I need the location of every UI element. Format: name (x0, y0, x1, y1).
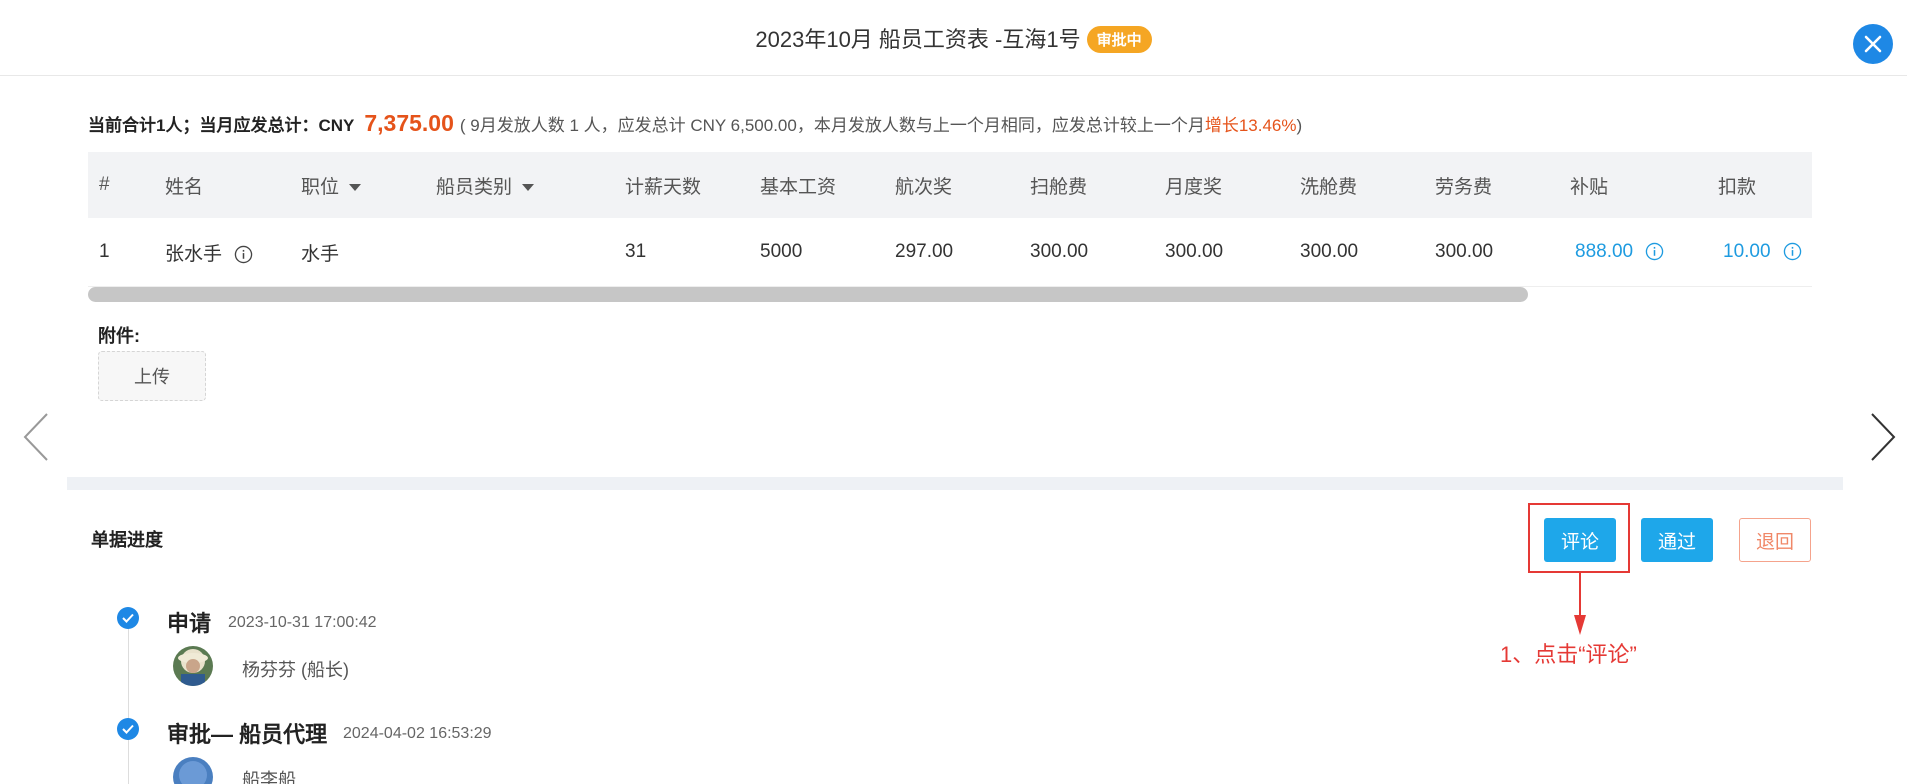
crew-name: 张水手 (165, 243, 223, 265)
info-icon[interactable] (1645, 242, 1664, 261)
arrow-down-icon (1574, 573, 1586, 635)
attachments-label: 附件: (98, 326, 140, 346)
header-deduction: 扣款 (1718, 176, 1757, 198)
header-monthly-bonus: 月度奖 (1165, 176, 1223, 198)
timeline-line (128, 622, 129, 784)
annotation-text: 1、点击“评论” (1500, 642, 1637, 667)
chevron-left-icon[interactable] (22, 412, 50, 462)
check-icon (117, 607, 139, 629)
approve-button[interactable]: 通过 (1641, 518, 1713, 562)
header-allowance: 补贴 (1570, 176, 1609, 198)
cell-service-fee: 300.00 (1435, 241, 1494, 262)
header-voyage-bonus: 航次奖 (895, 176, 953, 198)
header-name: 姓名 (165, 176, 204, 198)
info-icon[interactable] (234, 245, 253, 264)
cell-position: 水手 (301, 243, 340, 265)
return-button[interactable]: 退回 (1739, 518, 1811, 562)
annotation-highlight-box (1528, 503, 1630, 573)
step-time: 2023-10-31 17:00:42 (228, 614, 377, 631)
cell-deduction[interactable]: 10.00 (1723, 241, 1802, 263)
table-header: # 姓名 职位 船员类别 计薪天数 基本工资 航次奖 扫舱费 月度奖 洗舱费 劳… (88, 152, 1812, 218)
summary-growth: 增长13.46% (1204, 116, 1297, 135)
section-divider (67, 477, 1843, 490)
step-title: 申请 (167, 611, 212, 636)
close-icon (1864, 35, 1882, 53)
close-button[interactable] (1853, 24, 1893, 64)
payroll-approval-page: 2023年10月 船员工资表 -互海1号 审批中 当前合计1人；当月应发总计：CN… (0, 0, 1907, 784)
step-title: 审批— 船员代理 (167, 722, 328, 747)
summary-total: 7,375.00 (364, 110, 454, 136)
cell-base-salary: 5000 (760, 241, 803, 262)
cell-monthly-bonus: 300.00 (1165, 241, 1224, 262)
step-person: 杨芬芬 (船长) (242, 660, 349, 680)
summary-note-end: ) (1296, 116, 1303, 135)
deduction-value: 10.00 (1723, 241, 1771, 262)
header-paid-days: 计薪天数 (625, 176, 702, 198)
caret-down-icon (522, 183, 535, 191)
header-tank-washing: 洗舱费 (1300, 176, 1358, 198)
check-icon (117, 718, 139, 740)
header-index: # (99, 174, 110, 195)
progress-title: 单据进度 (91, 530, 163, 550)
cell-tank-washing: 300.00 (1300, 241, 1359, 262)
step-time: 2024-04-02 16:53:29 (343, 725, 492, 742)
header-hold-cleaning: 扫舱费 (1030, 176, 1088, 198)
header-position-filter[interactable]: 职位 (301, 172, 362, 199)
summary-note: ( 9月发放人数 1 人，应发总计 CNY 6,500.00，本月发放人数与上一… (459, 116, 1205, 135)
avatar (173, 646, 213, 686)
step-person: 船李船 (242, 770, 296, 784)
status-badge: 审批中 (1086, 25, 1152, 53)
header-base-salary: 基本工资 (760, 176, 837, 198)
chevron-right-icon[interactable] (1869, 412, 1897, 462)
upload-button[interactable]: 上传 (98, 351, 206, 401)
header: 2023年10月 船员工资表 -互海1号 审批中 (0, 0, 1907, 76)
header-crew-type-filter[interactable]: 船员类别 (436, 172, 535, 199)
cell-paid-days: 31 (625, 241, 647, 262)
header-crew-type: 船员类别 (436, 176, 513, 198)
avatar (173, 757, 213, 784)
cell-voyage-bonus: 297.00 (895, 241, 954, 262)
cell-index: 1 (99, 241, 110, 262)
cell-name: 张水手 (165, 239, 253, 266)
header-service-fee: 劳务费 (1435, 176, 1493, 198)
payroll-table: # 姓名 职位 船员类别 计薪天数 基本工资 航次奖 扫舱费 月度奖 洗舱费 劳… (88, 152, 1812, 287)
header-position: 职位 (301, 176, 340, 198)
cell-allowance[interactable]: 888.00 (1575, 241, 1664, 263)
title-bar: 2023年10月 船员工资表 -互海1号 审批中 (0, 22, 1907, 55)
caret-down-icon (349, 183, 362, 191)
page-title: 2023年10月 船员工资表 -互海1号 (755, 27, 1081, 52)
table-row: 1 张水手 水手 31 5000 297.00 300.00 300.00 30… (88, 218, 1812, 287)
summary-lead: 当前合计1人；当月应发总计：CNY (88, 116, 355, 135)
horizontal-scrollbar[interactable] (88, 287, 1528, 302)
info-icon[interactable] (1783, 242, 1802, 261)
summary-line: 当前合计1人；当月应发总计：CNY 7,375.00 ( 9月发放人数 1 人，应发… (88, 110, 1302, 137)
cell-hold-cleaning: 300.00 (1030, 241, 1089, 262)
allowance-value: 888.00 (1575, 241, 1634, 262)
